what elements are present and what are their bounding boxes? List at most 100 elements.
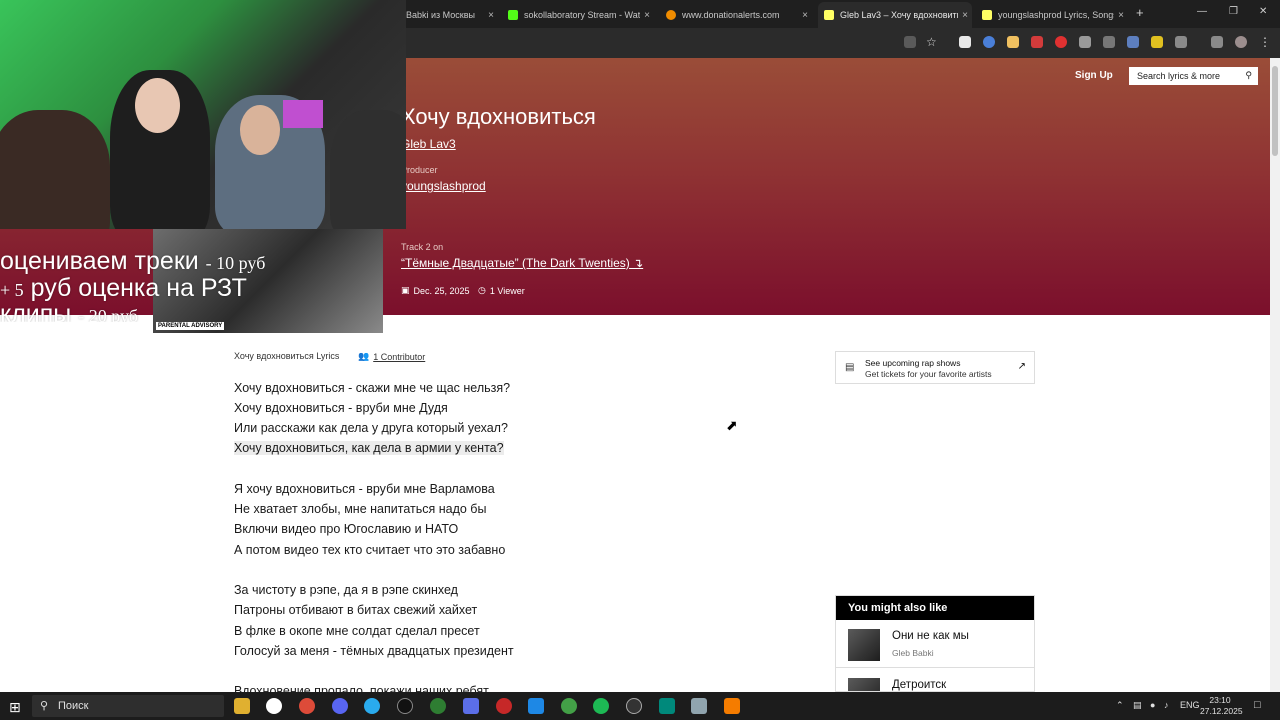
tab-babki[interactable]: Babki из Москвы × bbox=[406, 2, 498, 28]
windows-start-icon[interactable]: ⊞ bbox=[9, 699, 21, 716]
contributors-icon: 👥 bbox=[358, 351, 370, 361]
release-date: ▣ Dec. 25, 2025 bbox=[401, 285, 470, 296]
screen: Babki из Москвы × sokollaboratory Stream… bbox=[0, 0, 1280, 720]
tab-donationalerts[interactable]: www.donationalerts.com × bbox=[662, 2, 812, 28]
language-indicator[interactable]: ENG bbox=[1180, 700, 1200, 710]
profile-avatar-icon[interactable] bbox=[1235, 36, 1247, 48]
contributors-link[interactable]: 👥 1 Contributor bbox=[358, 351, 425, 362]
streamer-face bbox=[135, 78, 180, 133]
streamer-figure bbox=[330, 110, 406, 229]
scrollbar-thumb[interactable] bbox=[1272, 66, 1278, 156]
extension-icon[interactable] bbox=[983, 36, 995, 48]
taskbar-search[interactable]: ⚲ Поиск bbox=[32, 695, 224, 717]
network-icon[interactable]: ▤ bbox=[1133, 700, 1142, 711]
overlay-line-1: оцениваем треки - 10 руб bbox=[0, 247, 265, 276]
lyric-line[interactable]: А потом видео тех кто считает что это за… bbox=[234, 543, 505, 557]
media-controls-icon[interactable] bbox=[1211, 36, 1223, 48]
overlay-text: клипы bbox=[0, 300, 72, 322]
also-like-item[interactable]: Они не как мы Gleb Babki bbox=[836, 620, 1034, 668]
extension-icon[interactable] bbox=[1079, 36, 1091, 48]
extension-icon[interactable] bbox=[1055, 36, 1067, 48]
song-thumbnail bbox=[848, 678, 880, 691]
notifications-icon[interactable]: □ bbox=[1254, 699, 1261, 711]
taskbar-search-label: Поиск bbox=[58, 700, 89, 712]
extension-icon[interactable] bbox=[959, 36, 971, 48]
tab-label: www.donationalerts.com bbox=[682, 10, 780, 20]
search-placeholder: Search lyrics & more bbox=[1137, 71, 1221, 81]
extension-icon[interactable] bbox=[1151, 36, 1163, 48]
tab-genius-song[interactable]: Gleb Lav3 – Хочу вдохновиться × bbox=[818, 2, 972, 28]
also-like-item[interactable]: Детроитск bbox=[836, 669, 1034, 691]
vlc-icon[interactable] bbox=[724, 698, 740, 714]
lyric-line[interactable]: Хочу вдохновиться - вруби мне Дудя bbox=[234, 401, 448, 415]
extension-icon[interactable] bbox=[1007, 36, 1019, 48]
lyric-line[interactable]: Голосуй за меня - тёмных двадцатых прези… bbox=[234, 644, 514, 658]
album-link[interactable]: “Тёмные Двадцатые” (The Dark Twenties) ↴ bbox=[401, 256, 643, 270]
ticket-icon: ▤ bbox=[845, 362, 855, 373]
app-icon[interactable] bbox=[496, 698, 512, 714]
upcoming-shows-card[interactable]: ▤ See upcoming rap shows Get tickets for… bbox=[835, 351, 1035, 384]
app-icon[interactable] bbox=[691, 698, 707, 714]
lyric-line[interactable]: Я хочу вдохновиться - вруби мне Варламов… bbox=[234, 482, 495, 496]
spotify-icon[interactable] bbox=[593, 698, 609, 714]
external-link-icon: ↗ bbox=[1017, 361, 1026, 372]
restore-icon[interactable]: ❐ bbox=[1229, 6, 1238, 17]
close-icon[interactable]: × bbox=[640, 10, 654, 21]
sign-up-link[interactable]: Sign Up bbox=[1075, 70, 1113, 81]
chrome-active-icon[interactable] bbox=[430, 698, 446, 714]
also-like-artist: Gleb Babki bbox=[892, 648, 934, 658]
app-icon[interactable] bbox=[561, 698, 577, 714]
yandex-browser-icon[interactable] bbox=[266, 698, 282, 714]
lyric-line[interactable]: Патроны отбивают в битах свежий хайхет bbox=[234, 603, 477, 617]
menu-dots-icon[interactable]: ⋮ bbox=[1259, 36, 1271, 48]
chrome-icon[interactable] bbox=[299, 698, 315, 714]
clock[interactable]: 23:10 27.12.2025 bbox=[1200, 695, 1243, 717]
volume-icon[interactable]: ♪ bbox=[1164, 700, 1169, 710]
microphone-icon[interactable]: ● bbox=[1150, 700, 1155, 710]
overlay-text: руб оценка на РЗТ bbox=[30, 274, 247, 302]
streamer-face bbox=[240, 105, 280, 155]
lyric-line[interactable]: Хочу вдохновиться - скажи мне че щас нел… bbox=[234, 381, 510, 395]
tab-genius-producer[interactable]: youngslashprod Lyrics, Songs, a × bbox=[978, 2, 1128, 28]
translate-icon[interactable] bbox=[904, 36, 916, 48]
lyric-line[interactable]: Или расскажи как дела у друга который уе… bbox=[234, 421, 508, 435]
app-icon[interactable] bbox=[659, 698, 675, 714]
lyric-line[interactable]: В флке в окопе мне солдат сделал пресет bbox=[234, 624, 480, 638]
extension-icon[interactable] bbox=[1127, 36, 1139, 48]
extension-icon[interactable] bbox=[1031, 36, 1043, 48]
shows-subtitle: Get tickets for your favorite artists bbox=[865, 369, 992, 379]
close-window-icon[interactable]: ✕ bbox=[1259, 6, 1267, 17]
close-icon[interactable]: × bbox=[958, 10, 972, 21]
lyric-line[interactable]: За чистоту в рэпе, да я в рэпе скинхед bbox=[234, 583, 458, 597]
search-icon[interactable]: ⚲ bbox=[1245, 70, 1252, 81]
tab-kick-stream[interactable]: sokollaboratory Stream - Watch × bbox=[504, 2, 654, 28]
camera-icon[interactable] bbox=[1103, 36, 1115, 48]
clock-icon: ◷ bbox=[478, 285, 486, 295]
chevron-up-icon[interactable]: ⌃ bbox=[1116, 700, 1124, 711]
obs-icon[interactable] bbox=[397, 698, 413, 714]
overlay-line-3: клипы - 20 руб bbox=[0, 300, 138, 322]
search-input[interactable]: Search lyrics & more ⚲ bbox=[1129, 67, 1258, 85]
app-icon[interactable] bbox=[626, 698, 642, 714]
lyric-line-highlighted[interactable]: Хочу вдохновиться, как дела в армии у ке… bbox=[234, 441, 504, 455]
monitor-screen bbox=[283, 100, 323, 128]
minimize-icon[interactable]: — bbox=[1197, 6, 1207, 17]
contributors-text: 1 Contributor bbox=[373, 351, 426, 362]
discord-icon[interactable] bbox=[332, 698, 348, 714]
close-icon[interactable]: × bbox=[484, 10, 498, 21]
app-icon[interactable] bbox=[463, 698, 479, 714]
close-icon[interactable]: × bbox=[1114, 10, 1128, 21]
telegram-icon[interactable] bbox=[364, 698, 380, 714]
kick-icon bbox=[508, 10, 518, 20]
new-tab-button[interactable]: + bbox=[1136, 5, 1144, 20]
overlay-price: - 10 руб bbox=[205, 253, 266, 273]
puzzle-icon[interactable] bbox=[1175, 36, 1187, 48]
artist-link[interactable]: Gleb Lav3 bbox=[401, 137, 456, 151]
producer-link[interactable]: youngslashprod bbox=[401, 179, 486, 193]
lyric-line[interactable]: Включи видео про Югославию и НАТО bbox=[234, 522, 458, 536]
close-icon[interactable]: × bbox=[798, 10, 812, 21]
bookmark-star-icon[interactable]: ☆ bbox=[926, 36, 938, 48]
lyric-line[interactable]: Не хватает злобы, мне напитаться надо бы bbox=[234, 502, 486, 516]
vscode-icon[interactable] bbox=[528, 698, 544, 714]
file-explorer-icon[interactable] bbox=[234, 698, 250, 714]
